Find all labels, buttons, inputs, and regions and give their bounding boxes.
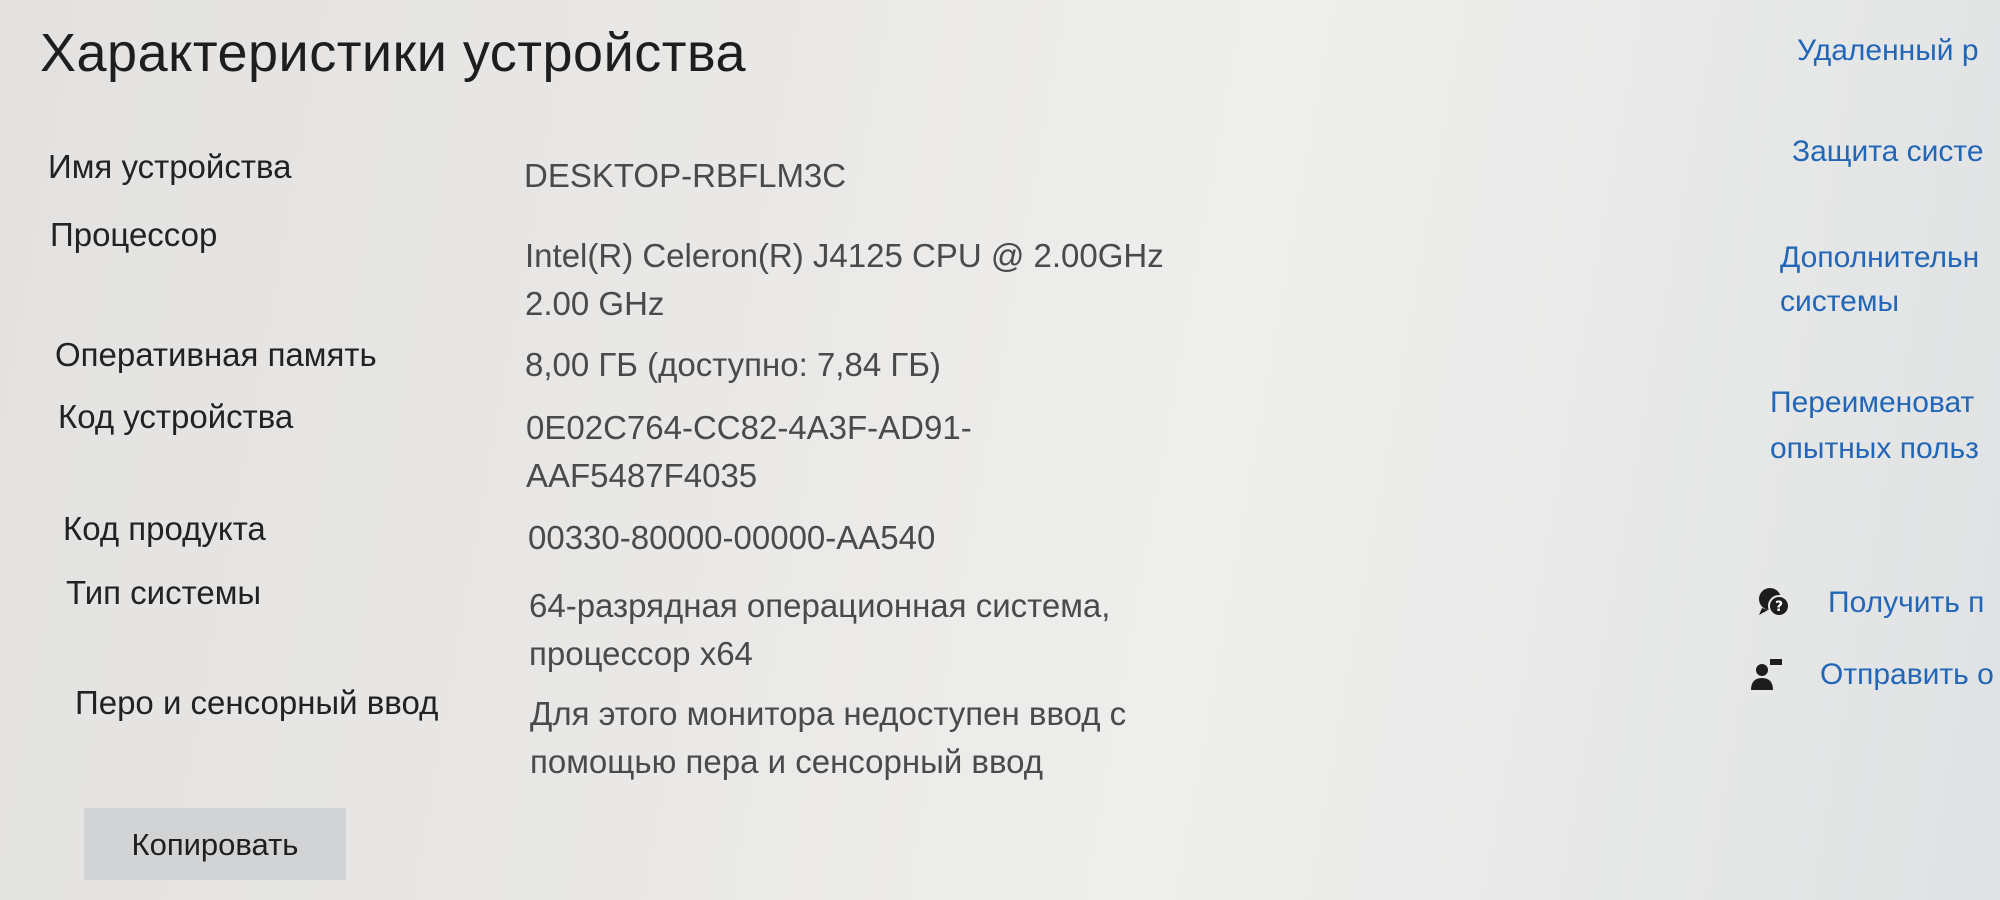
- spec-value-line: помощью пера и сенсорный ввод: [530, 743, 1043, 780]
- spec-value-line: AAF5487F4035: [526, 457, 758, 494]
- link-get-help[interactable]: Получить п: [1828, 586, 1984, 620]
- spec-value-ram: 8,00 ГБ (доступно: 7,84 ГБ): [525, 341, 941, 389]
- link-remote-desktop[interactable]: Удаленный р: [1797, 34, 1979, 68]
- link-rename-line: Переименоват: [1770, 386, 1975, 419]
- spec-value-product-id: 00330-80000-00000-AA540: [528, 514, 935, 562]
- link-advanced-settings-line: Дополнительн: [1780, 241, 1980, 274]
- spec-value-line: Intel(R) Celeron(R) J4125 CPU @ 2.00GHz: [525, 237, 1164, 274]
- spec-value-line: 2.00 GHz: [525, 285, 665, 322]
- spec-value-line: DESKTOP-RBFLM3C: [524, 157, 847, 194]
- spec-value-line: 0E02C764-CC82-4A3F-AD91-: [526, 409, 972, 446]
- spec-value-line: 64-разрядная операционная система,: [529, 587, 1111, 624]
- spec-value-line: процессор x64: [529, 635, 753, 672]
- spec-label-pen-touch: Перо и сенсорный ввод: [75, 684, 439, 721]
- link-rename-line: опытных польз: [1770, 432, 1979, 465]
- link-advanced-settings[interactable]: Дополнительн системы: [1780, 236, 1979, 324]
- spec-value-line: Для этого монитора недоступен ввод с: [530, 695, 1127, 732]
- copy-button[interactable]: Копировать: [84, 808, 346, 880]
- spec-label-processor: Процессор: [50, 216, 218, 253]
- link-send-feedback[interactable]: Отправить о: [1820, 658, 1994, 692]
- spec-value-pen-touch: Для этого монитора недоступен ввод с пом…: [530, 690, 1126, 786]
- page-title: Характеристики устройства: [40, 23, 747, 83]
- link-advanced-settings-line: системы: [1780, 285, 1900, 318]
- link-system-protection[interactable]: Защита систе: [1792, 135, 1984, 169]
- spec-value-device-name: DESKTOP-RBFLM3C: [524, 152, 846, 200]
- spec-label-system-type: Тип системы: [66, 574, 262, 611]
- spec-label-device-name: Имя устройства: [48, 148, 292, 185]
- spec-value-processor: Intel(R) Celeron(R) J4125 CPU @ 2.00GHz …: [525, 232, 1164, 328]
- spec-value-system-type: 64-разрядная операционная система, проце…: [529, 582, 1110, 678]
- spec-value-line: 00330-80000-00000-AA540: [528, 519, 936, 556]
- feedback-person-icon: [1748, 656, 1784, 692]
- spec-label-product-id: Код продукта: [63, 510, 266, 547]
- spec-value-device-id: 0E02C764-CC82-4A3F-AD91- AAF5487F4035: [526, 404, 972, 500]
- svg-text:?: ?: [1775, 599, 1783, 615]
- link-rename[interactable]: Переименоват опытных польз: [1770, 380, 1979, 472]
- spec-label-ram: Оперативная память: [55, 336, 377, 373]
- spec-label-device-id: Код устройства: [58, 398, 294, 435]
- spec-value-line: 8,00 ГБ (доступно: 7,84 ГБ): [525, 346, 941, 383]
- help-chat-icon: ?: [1756, 584, 1792, 620]
